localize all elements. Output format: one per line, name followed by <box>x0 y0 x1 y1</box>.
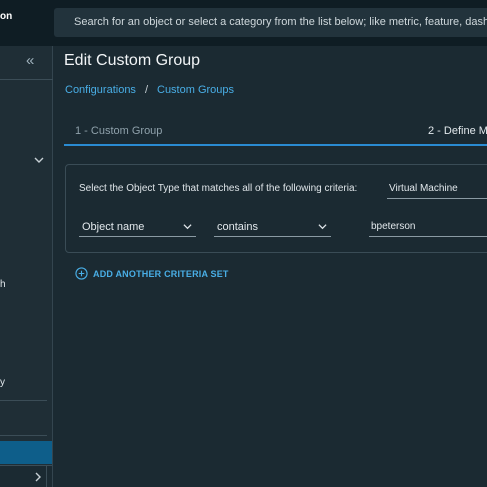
top-header: on Search for an object or select a cate… <box>0 0 487 46</box>
criteria-value-input[interactable]: bpeterson <box>369 217 487 237</box>
operator-select[interactable]: contains <box>214 217 331 237</box>
chevron-down-icon[interactable] <box>33 154 45 166</box>
sidebar-item-label[interactable]: y <box>0 377 5 388</box>
operator-select-value: contains <box>217 221 258 233</box>
property-select[interactable]: Object name <box>79 217 196 237</box>
sidebar-divider <box>0 79 53 80</box>
object-type-label: Select the Object Type that matches all … <box>79 183 358 194</box>
global-search-input[interactable]: Search for an object or select a categor… <box>54 8 487 37</box>
property-select-value: Object name <box>82 221 145 233</box>
chevron-right-icon[interactable] <box>33 471 43 483</box>
breadcrumb-configurations[interactable]: Configurations <box>65 84 136 96</box>
breadcrumb-separator: / <box>144 84 148 96</box>
sidebar-item-label[interactable]: h <box>0 279 6 290</box>
chevron-down-icon <box>183 224 192 230</box>
add-criteria-set-label: ADD ANOTHER CRITERIA SET <box>93 269 229 279</box>
breadcrumb-custom-groups[interactable]: Custom Groups <box>157 84 234 96</box>
sidebar-footer <box>0 465 52 487</box>
sidebar-item-selected[interactable] <box>0 441 52 464</box>
chevron-down-icon <box>318 224 327 230</box>
step-custom-group[interactable]: 1 - Custom Group <box>75 125 162 137</box>
sidebar-divider <box>46 466 47 487</box>
page-title: Edit Custom Group <box>64 52 201 69</box>
criteria-set-panel: Select the Object Type that matches all … <box>65 164 487 253</box>
left-sidebar: « h y <box>0 46 53 487</box>
breadcrumb: Configurations / Custom Groups <box>65 84 234 96</box>
step-define-membership[interactable]: 2 - Define M <box>428 125 487 137</box>
object-type-select[interactable]: Virtual Machine <box>387 179 487 199</box>
collapse-sidebar-icon[interactable]: « <box>26 53 42 70</box>
criteria-row: Object name contains bpeterson <box>79 217 487 239</box>
sidebar-divider <box>0 400 47 401</box>
brand-name: on <box>0 11 13 22</box>
wizard-steps: 1 - Custom Group 2 - Define M <box>64 118 487 146</box>
app-root: on Search for an object or select a cate… <box>0 0 487 487</box>
plus-circle-icon <box>75 267 88 280</box>
sidebar-divider <box>0 435 47 436</box>
